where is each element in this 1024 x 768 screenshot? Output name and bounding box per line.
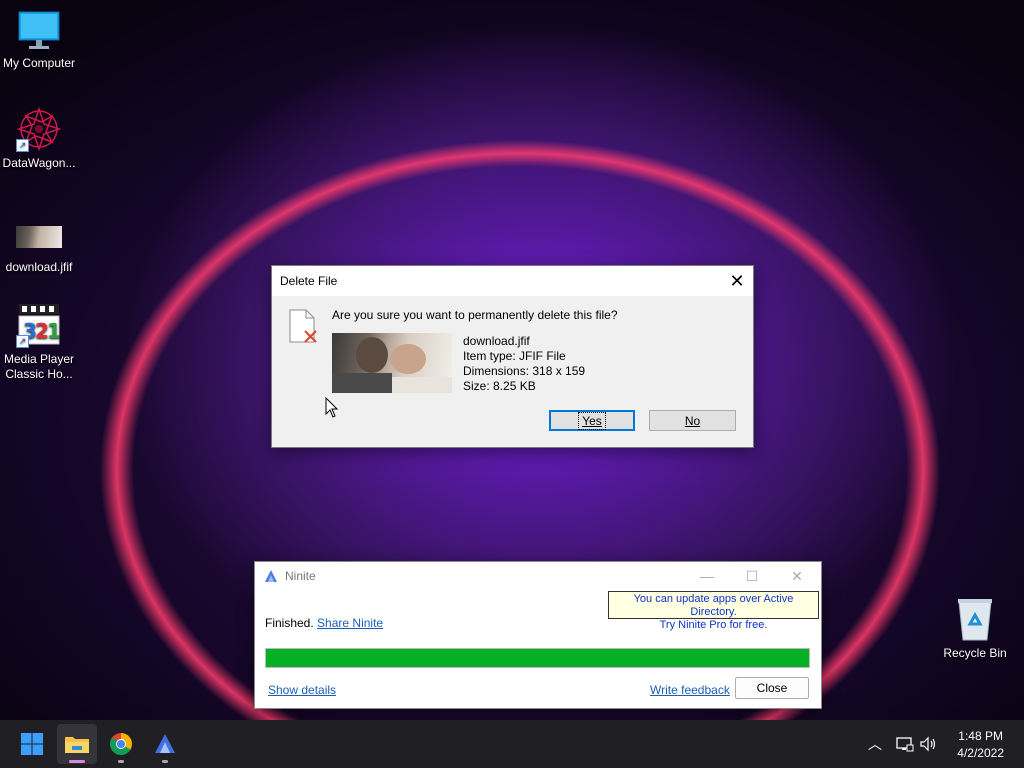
svg-text:1: 1 <box>47 319 61 343</box>
active-indicator <box>69 760 85 763</box>
image-thumbnail-icon <box>16 226 62 248</box>
running-indicator <box>162 760 168 763</box>
yes-button[interactable]: Yes <box>549 410 635 431</box>
no-button-label: No <box>684 414 701 428</box>
desktop-icon-label: download.jfif <box>5 260 73 274</box>
file-size: Size: 8.25 KB <box>463 379 536 393</box>
progress-fill <box>266 649 809 667</box>
ninite-window: Ninite — ☐ ✕ You can update apps over Ac… <box>254 561 822 709</box>
mouse-cursor-icon <box>325 397 339 418</box>
ninite-pro-promo[interactable]: You can update apps over Active Director… <box>608 591 819 631</box>
desktop-icon-datawagon[interactable]: ↗ DataWagon... <box>0 106 78 171</box>
delete-question: Are you sure you want to permanently del… <box>332 308 618 322</box>
volume-icon[interactable] <box>920 736 938 752</box>
desktop-icon-media-player-classic[interactable]: 3 2 1 ↗ Media Player Classic Ho... <box>0 302 78 382</box>
dialog-title: Delete File <box>280 274 338 288</box>
file-preview-image <box>332 333 452 393</box>
progress-bar <box>265 648 810 668</box>
close-icon[interactable]: ✕ <box>775 562 819 590</box>
desktop-icon-label: DataWagon... <box>2 156 76 170</box>
shortcut-arrow-icon: ↗ <box>16 139 29 152</box>
desktop-icon-label: My Computer <box>2 56 76 70</box>
clock-date: 4/2/2022 <box>957 746 1004 760</box>
ninite-title: Ninite <box>285 569 316 583</box>
close-button[interactable]: Close <box>735 677 809 699</box>
clock[interactable]: 1:48 PM 4/2/2022 <box>957 728 1004 762</box>
maximize-icon[interactable]: ☐ <box>730 562 774 590</box>
folder-icon <box>65 737 89 753</box>
yes-button-label: Yes <box>578 412 606 430</box>
taskbar-chrome[interactable] <box>101 724 141 764</box>
show-details-link[interactable]: Show details <box>268 683 336 697</box>
no-button[interactable]: No <box>649 410 736 431</box>
clock-time: 1:48 PM <box>958 729 1003 743</box>
taskbar-file-explorer[interactable] <box>57 724 97 764</box>
chevron-up-icon[interactable]: ︿ <box>868 734 882 754</box>
monitor-icon <box>17 10 61 52</box>
write-feedback-link[interactable]: Write feedback <box>650 683 730 697</box>
datawagon-icon: ↗ <box>16 106 62 152</box>
desktop-icon-label-line2: Classic Ho... <box>5 367 73 381</box>
delete-file-dialog: Delete File ✕ Are you sure you want to p… <box>271 265 754 448</box>
taskbar-ninite[interactable] <box>145 724 185 764</box>
file-info: download.jfif Item type: JFIF File Dimen… <box>463 334 585 394</box>
share-ninite-link[interactable]: Share Ninite <box>317 616 383 630</box>
file-name: download.jfif <box>463 334 530 348</box>
taskbar: ︿ 1:48 PM 4/2/2022 <box>0 720 1024 768</box>
dialog-titlebar[interactable]: Delete File ✕ <box>272 266 753 296</box>
desktop-icon-download-jfif[interactable]: download.jfif <box>0 226 78 275</box>
file-item-type: Item type: JFIF File <box>463 349 566 363</box>
close-icon[interactable]: ✕ <box>721 266 753 296</box>
desktop-icon-recycle-bin[interactable]: Recycle Bin <box>936 596 1014 661</box>
delete-file-icon <box>288 309 317 343</box>
minimize-icon[interactable]: — <box>685 562 729 590</box>
network-icon[interactable] <box>896 736 914 752</box>
windows-start-icon <box>21 733 43 755</box>
start-button[interactable] <box>12 724 52 764</box>
mpc-hc-icon: 3 2 1 ↗ <box>16 302 62 348</box>
system-tray: ︿ <box>868 720 938 768</box>
status-text: Finished. <box>265 616 314 630</box>
running-indicator <box>118 760 124 763</box>
chrome-icon <box>109 733 132 755</box>
ninite-icon <box>155 734 175 753</box>
shortcut-arrow-icon: ↗ <box>16 335 29 348</box>
ninite-status: Finished. Share Ninite <box>265 616 383 630</box>
ninite-icon <box>263 568 279 584</box>
desktop-icon-my-computer[interactable]: My Computer <box>0 10 78 71</box>
desktop-icon-label: Recycle Bin <box>943 646 1007 660</box>
desktop-icon-label-line1: Media Player <box>3 352 75 366</box>
promo-line1: You can update apps over Active Director… <box>633 593 794 618</box>
promo-line2: Try Ninite Pro for free. <box>659 619 768 631</box>
recycle-bin-icon <box>955 596 995 642</box>
file-dimensions: Dimensions: 318 x 159 <box>463 364 586 378</box>
